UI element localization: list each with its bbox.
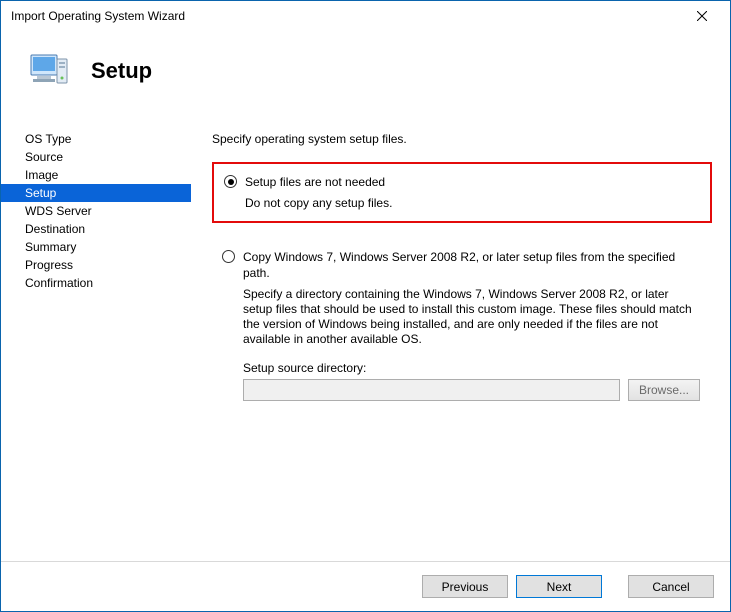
wizard-header: Setup: [1, 31, 730, 117]
option-copy-setup-files[interactable]: Copy Windows 7, Windows Server 2008 R2, …: [212, 239, 712, 411]
page-title: Setup: [91, 58, 152, 84]
step-os-type[interactable]: OS Type: [1, 130, 191, 148]
footer: Previous Next Cancel: [1, 561, 730, 611]
instruction-text: Specify operating system setup files.: [212, 132, 712, 146]
cancel-button[interactable]: Cancel: [628, 575, 714, 598]
radio-no-setup-files[interactable]: [224, 175, 237, 188]
option-no-setup-label: Setup files are not needed: [245, 174, 698, 190]
step-progress[interactable]: Progress: [1, 256, 191, 274]
step-confirmation[interactable]: Confirmation: [1, 274, 191, 292]
step-source[interactable]: Source: [1, 148, 191, 166]
step-image[interactable]: Image: [1, 166, 191, 184]
step-setup[interactable]: Setup: [1, 184, 191, 202]
next-button[interactable]: Next: [516, 575, 602, 598]
source-dir-label: Setup source directory:: [243, 361, 700, 375]
wizard-body: OS Type Source Image Setup WDS Server De…: [1, 117, 730, 561]
option-copy-label: Copy Windows 7, Windows Server 2008 R2, …: [243, 249, 700, 281]
step-destination[interactable]: Destination: [1, 220, 191, 238]
close-button[interactable]: [682, 2, 722, 30]
step-summary[interactable]: Summary: [1, 238, 191, 256]
previous-button[interactable]: Previous: [422, 575, 508, 598]
window-title: Import Operating System Wizard: [11, 9, 682, 23]
step-sidebar: OS Type Source Image Setup WDS Server De…: [1, 118, 191, 561]
option-copy-desc: Specify a directory containing the Windo…: [243, 287, 700, 347]
browse-button[interactable]: Browse...: [628, 379, 700, 401]
close-icon: [697, 11, 707, 21]
radio-copy-setup-files[interactable]: [222, 250, 235, 263]
computer-icon: [25, 47, 73, 95]
option-no-setup-files[interactable]: Setup files are not needed Do not copy a…: [212, 162, 712, 223]
content-pane: Specify operating system setup files. Se…: [191, 118, 730, 561]
source-dir-input[interactable]: [243, 379, 620, 401]
option-no-setup-desc: Do not copy any setup files.: [245, 196, 698, 211]
wizard-window: Import Operating System Wizard Setup: [0, 0, 731, 612]
titlebar: Import Operating System Wizard: [1, 1, 730, 31]
step-wds-server[interactable]: WDS Server: [1, 202, 191, 220]
